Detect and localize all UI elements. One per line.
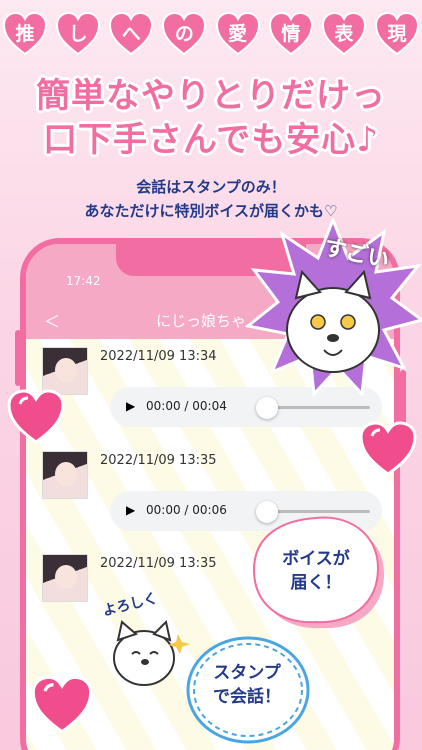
avatar[interactable]	[42, 554, 88, 602]
audio-time: 00:00 / 00:06	[146, 503, 227, 517]
title-char: 推	[15, 23, 35, 45]
play-icon[interactable]: ▶	[126, 399, 135, 413]
stamp-badge-line1: スタンプ	[213, 663, 281, 683]
voice-badge-line2: 届く！	[290, 572, 342, 593]
audio-time: 00:00 / 00:04	[146, 399, 227, 413]
avatar[interactable]	[42, 451, 88, 499]
voice-badge: ボイスが 届く！	[246, 510, 386, 630]
audio-progress-knob[interactable]	[256, 397, 278, 419]
title-heart: 推	[2, 10, 48, 58]
status-time: 17:42	[66, 274, 101, 288]
sugoi-burst: すごい	[244, 215, 422, 398]
title-char: 表	[334, 23, 354, 45]
title-heart: し	[55, 10, 101, 58]
title-heart: 現	[374, 10, 420, 58]
heart-decoration	[358, 420, 418, 482]
title-char: し	[68, 23, 88, 45]
title-char: 情	[281, 23, 301, 45]
chat-title: にじっ娘ちゃ	[156, 312, 247, 330]
play-icon[interactable]: ▶	[126, 503, 135, 517]
message-timestamp: 2022/11/09 13:34	[100, 349, 217, 364]
title-char: へ	[121, 23, 141, 45]
back-button[interactable]: ＜	[44, 308, 60, 332]
title-heart: 表	[321, 10, 367, 58]
message-timestamp: 2022/11/09 13:35	[100, 556, 217, 571]
yoroshiku-sticker: よろしく	[96, 590, 196, 694]
title-heart: へ	[108, 10, 154, 58]
headline-line1: 簡単なやりとりだけっ	[36, 76, 386, 116]
title-heart: の	[161, 10, 207, 58]
voice-badge-line1: ボイスが	[282, 549, 350, 569]
message-timestamp: 2022/11/09 13:35	[100, 453, 217, 468]
dog-icon	[113, 620, 190, 686]
heart-decoration	[30, 674, 94, 740]
stamp-badge: スタンプ で会話！	[184, 632, 310, 744]
title-heart-row: 推 し へ の 愛 情 表 現	[2, 10, 420, 62]
headline-line2: 口下手さんでも安心♪	[43, 120, 379, 160]
stamp-badge-line2: で会話！	[213, 686, 281, 707]
title-char: 現	[387, 23, 407, 45]
title-heart: 情	[268, 10, 314, 58]
title-heart: 愛	[215, 10, 261, 58]
heart-decoration	[6, 388, 66, 450]
title-char: 愛	[228, 23, 248, 45]
subtext-line1: 会話はスタンプのみ！	[136, 178, 286, 196]
title-char: の	[174, 23, 194, 45]
